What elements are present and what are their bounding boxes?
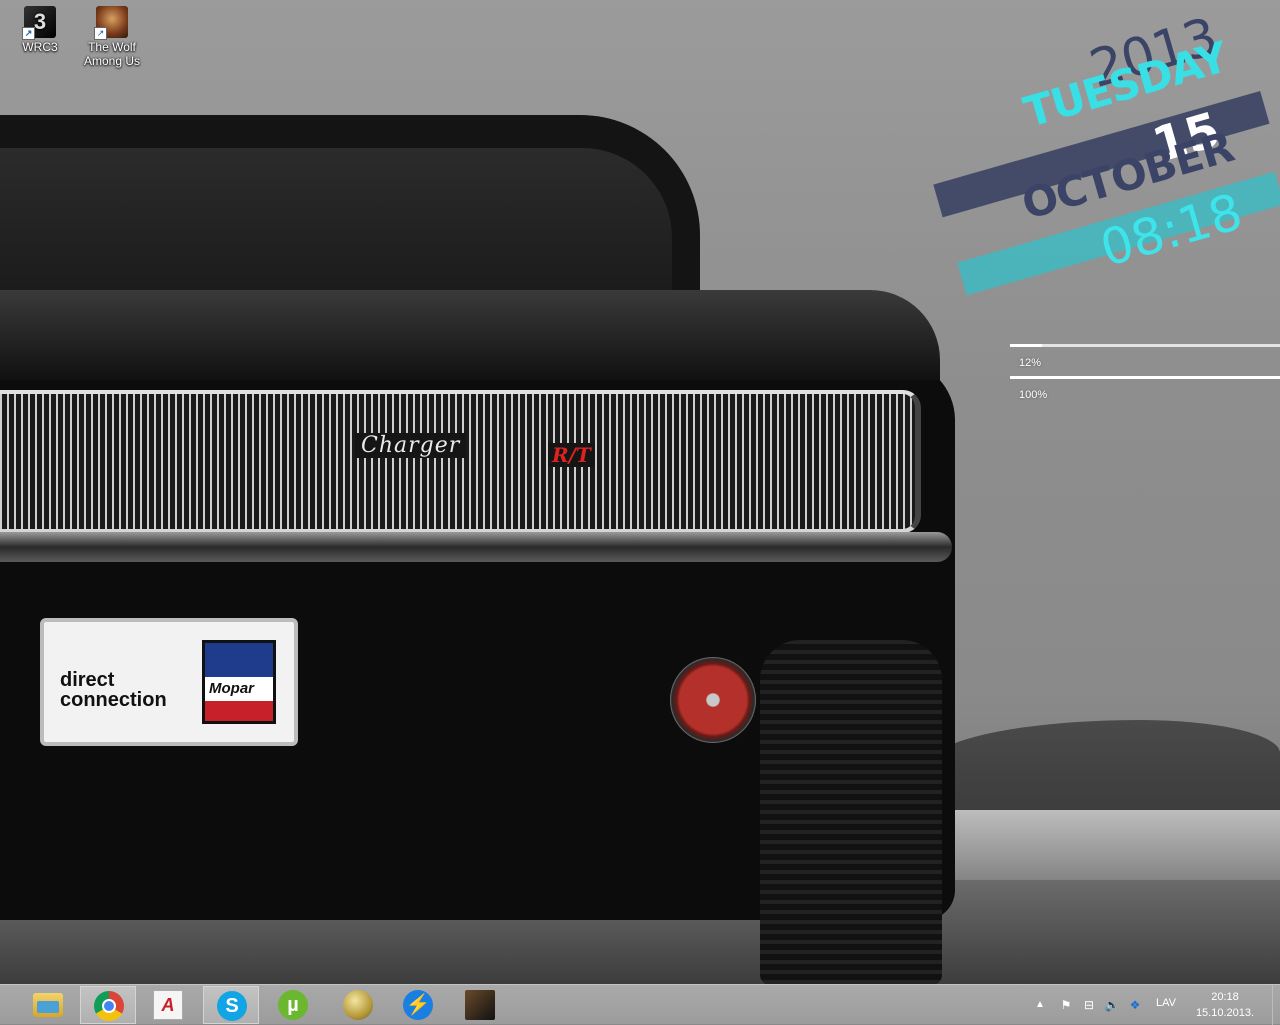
mopar-logo-blue bbox=[205, 643, 273, 677]
shortcut-arrow-icon: ↗ bbox=[22, 27, 35, 40]
desktop-wallpaper: Charger R/T direct connection Mopar 2013… bbox=[0, 0, 1280, 984]
car-badge-rt: R/T bbox=[548, 443, 595, 467]
taskbar-app-game[interactable] bbox=[452, 986, 508, 1024]
skype-icon: S bbox=[217, 991, 247, 1021]
mopar-logo: Mopar bbox=[202, 640, 276, 724]
car-rear-window bbox=[0, 148, 672, 308]
red-logo-app-icon: A bbox=[153, 990, 183, 1020]
taskbar-file-explorer[interactable] bbox=[20, 986, 76, 1024]
taskbar-skype[interactable]: S bbox=[203, 986, 259, 1024]
desktop-icon-wolf-among-us[interactable]: ↗ The Wolf Among Us bbox=[74, 6, 150, 68]
taskbar-utorrent[interactable]: µ bbox=[265, 986, 321, 1024]
plate-text-line2: connection bbox=[60, 689, 167, 711]
meter-bar-2 bbox=[1010, 376, 1280, 379]
wolf-among-us-game-icon: ↗ bbox=[94, 6, 128, 40]
meter-label-2: 100% bbox=[1019, 389, 1048, 401]
meter-label-1: 12% bbox=[1019, 357, 1042, 369]
plate-text: direct connection bbox=[60, 670, 167, 710]
meter-bar-1 bbox=[1010, 344, 1280, 347]
wrc3-game-icon: 3 ↗ bbox=[22, 6, 56, 40]
car-taillight bbox=[670, 657, 756, 743]
volume-icon[interactable]: 🔈 bbox=[1104, 997, 1120, 1013]
plate-text-line1: direct bbox=[60, 669, 115, 691]
dropbox-icon[interactable]: ❖ bbox=[1127, 997, 1143, 1013]
mopar-logo-word: Mopar bbox=[209, 680, 254, 697]
lightning-app-icon: ⚡ bbox=[403, 990, 433, 1020]
utorrent-icon: µ bbox=[278, 990, 308, 1020]
game-app-icon bbox=[465, 990, 495, 1020]
folder-icon bbox=[33, 993, 63, 1017]
wrc3-icon-glyph: 3 bbox=[33, 9, 47, 34]
mopar-logo-red bbox=[205, 701, 273, 721]
taskbar-chrome[interactable] bbox=[80, 986, 136, 1024]
shortcut-arrow-icon: ↗ bbox=[94, 27, 107, 40]
meter-fill-1 bbox=[1010, 344, 1043, 347]
chrome-icon bbox=[94, 991, 124, 1021]
desktop-icon-wrc3[interactable]: 3 ↗ WRC3 bbox=[2, 6, 78, 54]
taskbar: A S µ ⚡ ▲ ⚑ ⊟ 🔈 ❖ LAV 20:18 15.10.2013. bbox=[0, 984, 1280, 1025]
meter-fill-2 bbox=[1010, 376, 1280, 379]
taskbar-app-globe[interactable] bbox=[330, 986, 386, 1024]
show-desktop-button[interactable] bbox=[1272, 985, 1280, 1025]
input-language-indicator[interactable]: LAV bbox=[1156, 997, 1176, 1009]
network-icon[interactable]: ⊟ bbox=[1081, 997, 1097, 1013]
taskbar-clock-time[interactable]: 20:18 bbox=[1190, 991, 1260, 1003]
desktop-icon-label: WRC3 bbox=[22, 40, 58, 54]
license-plate: direct connection Mopar bbox=[40, 618, 298, 746]
taskbar-clock-date[interactable]: 15.10.2013. bbox=[1190, 1007, 1260, 1019]
car-badge-charger: Charger bbox=[355, 433, 467, 458]
show-hidden-icons-arrow-icon[interactable]: ▲ bbox=[1032, 997, 1048, 1013]
car-tire bbox=[760, 640, 942, 984]
action-center-flag-icon[interactable]: ⚑ bbox=[1058, 997, 1074, 1013]
taskbar-app-red-logo[interactable]: A bbox=[140, 986, 196, 1024]
globe-app-icon bbox=[343, 990, 373, 1020]
car-trunk-deck bbox=[0, 290, 940, 380]
desktop-icon-label: The Wolf Among Us bbox=[83, 40, 141, 68]
car-grille bbox=[0, 390, 921, 533]
taskbar-app-lightning[interactable]: ⚡ bbox=[390, 986, 446, 1024]
car-bumper bbox=[0, 532, 952, 562]
